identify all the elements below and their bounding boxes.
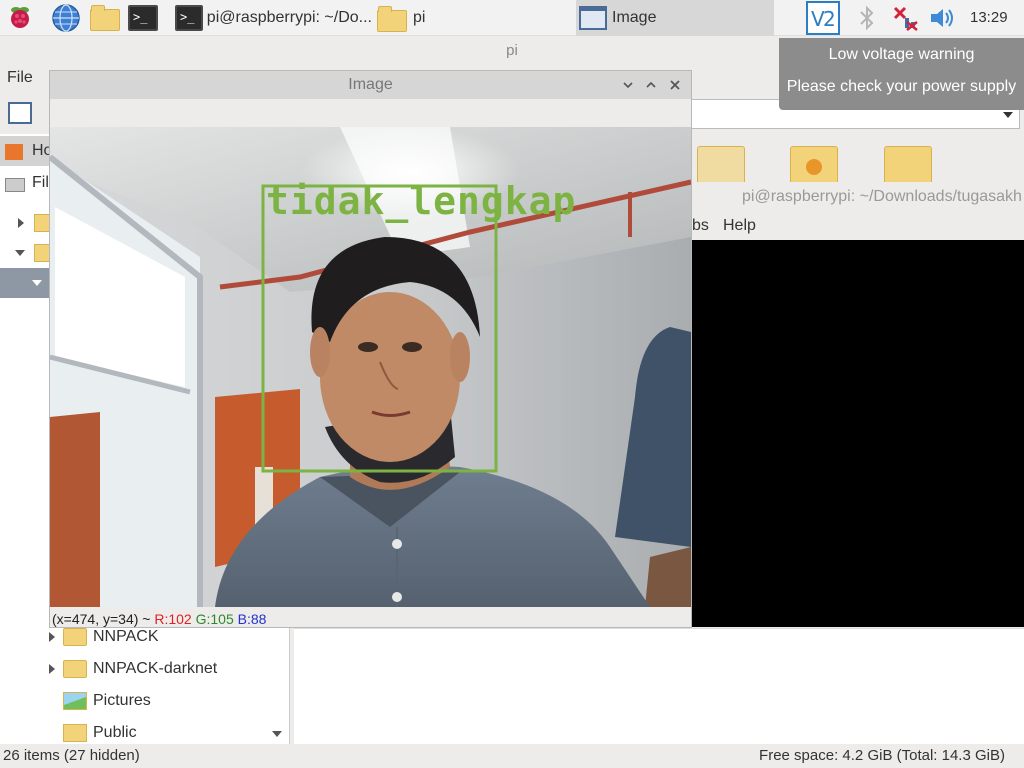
tooltip-title: Low voltage warning [828,46,975,63]
tree-row[interactable] [0,208,52,238]
blue-value: B:88 [237,611,267,627]
window-title: Image [348,76,393,93]
menu-help[interactable]: Help [723,217,756,235]
tree-item-label: NNPACK [93,628,159,645]
chevron-right-icon[interactable] [18,218,24,228]
taskbar-task-label: pi [413,9,426,26]
folder-grid-item[interactable] [884,140,932,186]
clock[interactable]: 13:29 [970,9,1008,26]
terminal-launcher-icon[interactable]: >_ [128,3,158,33]
menu-file[interactable]: File [7,69,33,87]
file-manager-launcher-icon[interactable] [90,3,120,33]
taskbar-task-terminal[interactable]: >_ pi@raspberrypi: ~/Do... [172,0,372,36]
tree-row[interactable] [0,238,52,268]
file-list-pane[interactable] [294,628,1024,744]
terminal-title: pi@raspberrypi: ~/Downloads/tugasakh [692,182,1024,212]
maximize-icon[interactable] [644,78,658,92]
video-folder-icon [790,146,838,186]
folder-icon [884,146,932,186]
folder-icon [697,146,745,186]
folder-icon [377,6,407,32]
folder-icon [63,628,87,646]
cursor-position: (x=474, y=34) ~ [52,611,151,627]
image-toolbar [50,99,691,127]
image-window: Image tidak_lengkap (x=474, y=34) ~ R:10… [49,70,692,628]
public-folder-icon [63,724,87,742]
window-titlebar[interactable]: Image [50,71,691,99]
tree-item-label: Pictures [93,692,151,709]
pixel-readout: (x=474, y=34) ~ R:102 G:105 B:88 [52,611,266,627]
web-browser-icon[interactable] [51,3,81,33]
free-space: Free space: 4.2 GiB (Total: 14.3 GiB) [759,747,1005,764]
chevron-down-icon[interactable] [15,250,25,256]
svg-text:2: 2 [823,7,836,31]
pictures-folder-icon [63,692,87,710]
folder-grid-item[interactable] [697,140,745,186]
taskbar-task-label: pi@raspberrypi: ~/Do... [206,9,372,26]
status-bar: 26 items (27 hidden) Free space: 4.2 GiB… [0,744,1024,768]
window-icon [579,6,607,30]
home-icon [5,144,23,160]
taskbar-task-image[interactable]: Image [576,0,774,36]
terminal-menubar: bs Help [692,212,1024,240]
detection-label: tidak_lengkap [266,179,577,223]
chevron-right-icon[interactable] [49,664,55,674]
chevron-down-icon[interactable] [32,280,42,286]
folder-grid-item[interactable] [790,140,838,186]
bluetooth-icon[interactable] [852,3,882,33]
tooltip-message: Please check your power supply [786,78,1017,95]
raspberry-menu-icon[interactable] [5,3,35,33]
sidebar-item-home[interactable]: Ho [0,136,52,166]
minimize-icon[interactable] [621,78,635,92]
tree-item-label: NNPACK-darknet [93,660,218,677]
taskbar-task-label: Image [612,9,657,26]
red-value: R:102 [154,611,192,627]
menu-tabs[interactable]: bs [692,217,709,235]
volume-icon[interactable] [928,3,958,33]
chevron-down-icon[interactable] [1003,112,1013,118]
drive-icon [5,178,25,192]
network-disconnected-icon[interactable] [890,3,920,33]
taskbar: >_ >_ pi@raspberrypi: ~/Do... pi Image V… [0,0,1024,36]
sidebar-item-filesystem[interactable]: Fil [0,168,50,198]
vnc-icon[interactable]: V 2 [806,1,840,35]
tree-item-nnpack-darknet[interactable]: NNPACK-darknet [0,654,288,684]
terminal-output[interactable] [692,240,1024,627]
folder-icon [63,660,87,678]
green-value: G:105 [195,611,234,627]
sidebar-item-label: Fil [32,174,49,191]
chevron-right-icon[interactable] [49,632,55,642]
camera-frame[interactable]: tidak_lengkap [50,127,691,607]
taskbar-task-file-manager[interactable]: pi [374,0,574,36]
terminal-icon: >_ [175,5,203,31]
tree-item-pictures[interactable]: Pictures [0,686,288,716]
tree-item-label: Public [93,724,137,741]
new-window-icon[interactable] [8,102,32,124]
tree-row-selected[interactable] [0,268,50,298]
item-count: 26 items (27 hidden) [3,747,140,764]
low-voltage-tooltip: Low voltage warning Please check your po… [779,38,1024,110]
scroll-down-icon[interactable] [272,731,282,737]
close-icon[interactable] [668,78,682,92]
